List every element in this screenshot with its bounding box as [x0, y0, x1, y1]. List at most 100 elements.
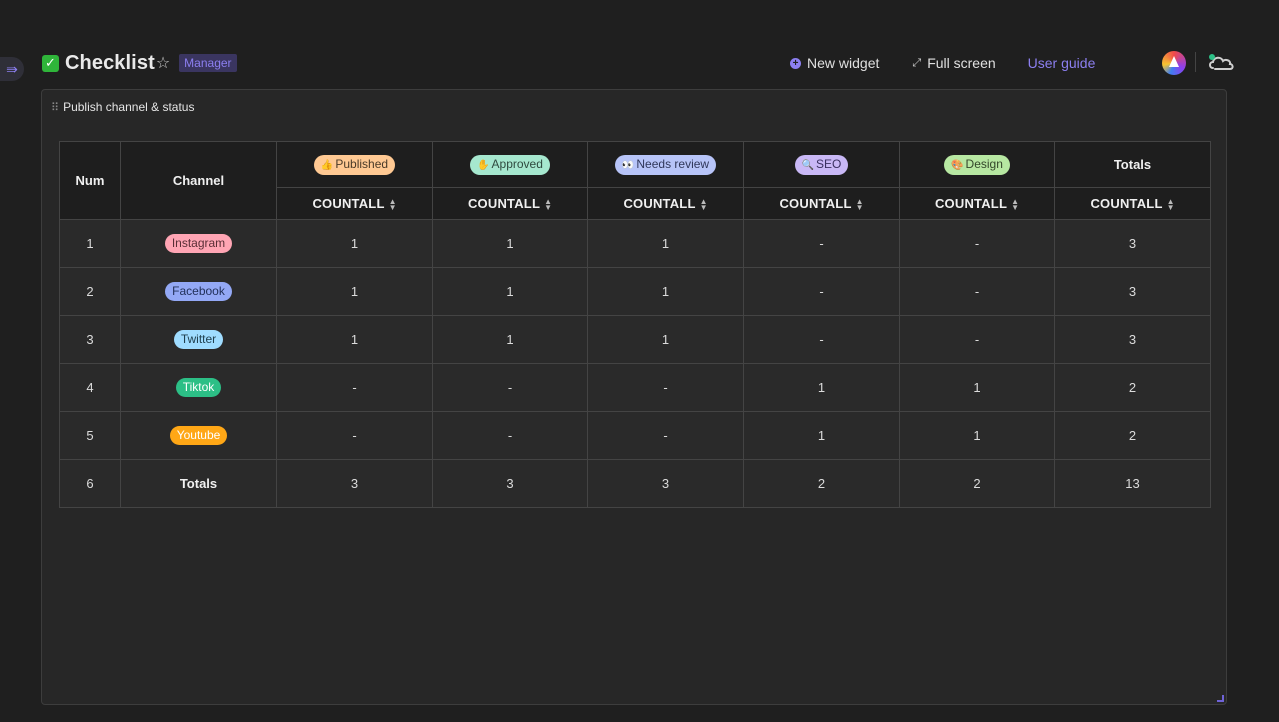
header-status: 👀 Needs review	[587, 141, 744, 188]
channel-cell: Instagram	[120, 219, 277, 268]
count-cell: -	[587, 363, 744, 412]
status-label: Design	[965, 156, 1003, 171]
status-emoji-icon: ✋	[477, 159, 490, 171]
widget-title: Publish channel & status	[63, 100, 195, 114]
count-cell: 1	[899, 363, 1055, 412]
page-title: Checklist	[65, 51, 155, 74]
title-area: ✓ Checklist ☆ Manager	[42, 50, 237, 76]
measure-header[interactable]: COUNTALL ▲ ▼	[432, 187, 588, 220]
count-cell: -	[743, 315, 900, 364]
count-cell: 1	[276, 315, 433, 364]
favorite-star-icon[interactable]: ☆	[156, 53, 170, 73]
count-cell: 1	[587, 219, 744, 268]
row-num: 5	[59, 411, 121, 460]
column-total-cell: 2	[743, 459, 900, 508]
pivot-table: Num Channel 👍 Published ✋ Approved 👀 Needs …	[59, 141, 1211, 508]
header-status: 👍 Published	[276, 141, 433, 188]
measure-label: COUNTALL	[779, 196, 852, 211]
table-row: 3 Twitter 1 1 1- -3	[59, 315, 1211, 364]
measure-header[interactable]: COUNTALL ▲ ▼	[587, 187, 744, 220]
status-emoji-icon: 👀	[621, 159, 635, 171]
count-cell: -	[432, 411, 588, 460]
status-tag: 🔍 SEO	[794, 154, 849, 175]
sidebar-expand-button[interactable]: ⇛	[0, 57, 24, 81]
measure-header[interactable]: COUNTALL ▲ ▼	[743, 187, 900, 220]
row-num: 3	[59, 315, 121, 364]
pivot-widget: ⠿ Publish channel & status Num Channel 👍…	[41, 89, 1227, 705]
resize-handle-icon[interactable]	[1217, 695, 1224, 702]
status-emoji-icon: 👍	[320, 159, 334, 171]
table-row: 2 Facebook 1 1 1- -3	[59, 267, 1211, 316]
header-status: 🔍 SEO	[743, 141, 900, 188]
measure-label: COUNTALL	[467, 196, 541, 211]
role-badge: Manager	[179, 54, 237, 72]
full-screen-button[interactable]: ⤢ Full screen	[912, 55, 995, 71]
cloud-sync-icon[interactable]	[1206, 51, 1236, 75]
column-total-cell: 3	[276, 459, 433, 508]
row-num: 4	[59, 363, 121, 412]
status-tag: 👀 Needs review	[614, 154, 717, 175]
channel-tag: Youtube	[169, 426, 228, 445]
measure-header[interactable]: COUNTALL ▲ ▼	[899, 187, 1055, 220]
count-cell: 1	[743, 363, 900, 412]
user-guide-link[interactable]: User guide	[1028, 55, 1096, 71]
row-total-cell: 2	[1054, 411, 1211, 460]
widget-header: ⠿ Publish channel & status	[51, 100, 194, 114]
row-total-cell: 2	[1054, 363, 1211, 412]
status-tag: 👍 Published	[313, 154, 396, 175]
status-emoji-icon: 🔍	[801, 159, 815, 171]
sort-icon[interactable]: ▲ ▼	[1011, 197, 1019, 211]
channel-tag: Twitter	[173, 330, 224, 349]
measure-header[interactable]: COUNTALL ▲ ▼	[1054, 187, 1211, 220]
count-cell: -	[899, 315, 1055, 364]
measure-header[interactable]: COUNTALL ▲ ▼	[276, 187, 433, 220]
sort-icon[interactable]: ▲ ▼	[700, 197, 708, 211]
sort-icon[interactable]: ▲ ▼	[389, 197, 397, 211]
count-cell: -	[276, 363, 433, 412]
count-cell: 1	[743, 411, 900, 460]
totals-label: Totals	[120, 459, 277, 508]
header-actions: + New widget ⤢ Full screen User guide	[790, 50, 1095, 76]
row-total-cell: 3	[1054, 219, 1211, 268]
measure-label: COUNTALL	[934, 196, 1008, 211]
measure-label: COUNTALL	[312, 196, 385, 211]
sort-icon[interactable]: ▲ ▼	[1167, 197, 1175, 211]
count-cell: 1	[587, 267, 744, 316]
sort-icon[interactable]: ▲ ▼	[544, 197, 552, 211]
drag-handle-icon[interactable]: ⠿	[51, 101, 59, 114]
channel-cell: Facebook	[120, 267, 277, 316]
count-cell: -	[276, 411, 433, 460]
count-cell: -	[432, 363, 588, 412]
header-totals: Totals	[1054, 141, 1211, 188]
row-num: 6	[59, 459, 121, 508]
expand-sidebar-icon: ⇛	[6, 60, 18, 77]
new-widget-button[interactable]: + New widget	[790, 55, 879, 71]
new-widget-label: New widget	[807, 55, 880, 71]
divider	[1195, 52, 1196, 72]
count-cell: -	[743, 267, 900, 316]
channel-cell: Youtube	[120, 411, 277, 460]
count-cell: 1	[432, 315, 588, 364]
column-total-cell: 3	[587, 459, 744, 508]
count-cell: -	[899, 219, 1055, 268]
header-num: Num	[59, 141, 121, 220]
sort-icon[interactable]: ▲ ▼	[856, 197, 864, 211]
status-label: Approved	[491, 156, 543, 171]
measure-label: COUNTALL	[1090, 196, 1163, 211]
checkbox-emoji-icon: ✓	[42, 54, 59, 72]
count-cell: -	[587, 411, 744, 460]
row-total-cell: 3	[1054, 267, 1211, 316]
count-cell: 1	[899, 411, 1055, 460]
count-cell: 1	[276, 267, 433, 316]
count-cell: -	[899, 267, 1055, 316]
table-row: 1 Instagram 1 1 1- -3	[59, 219, 1211, 268]
user-avatar[interactable]	[1162, 51, 1186, 75]
header-status: ✋ Approved	[432, 141, 588, 188]
channel-cell: Twitter	[120, 315, 277, 364]
status-label: SEO	[816, 156, 842, 171]
row-num: 2	[59, 267, 121, 316]
status-tag: 🎨 Design	[944, 154, 1010, 175]
status-label: Published	[335, 156, 389, 171]
row-total-cell: 3	[1054, 315, 1211, 364]
channel-cell: Tiktok	[120, 363, 277, 412]
